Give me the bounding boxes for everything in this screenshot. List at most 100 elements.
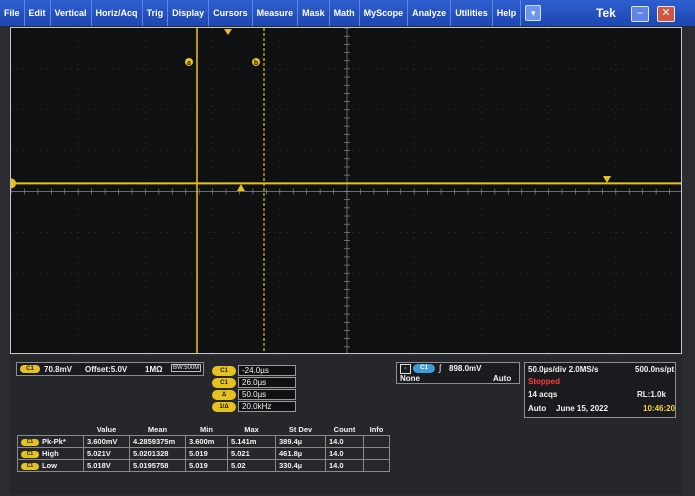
measurement-count: 14.0 (325, 447, 364, 460)
channel-badge: C1 (21, 462, 39, 470)
measurement-table[interactable]: Value Mean Min Max St Dev Count Info C1 P… (17, 424, 390, 472)
channel1-offset: Offset:5.0V (85, 365, 128, 374)
close-button[interactable]: ✕ (657, 6, 675, 22)
measurement-value: 5.018V (83, 459, 130, 472)
channel1-scale: 70.8mV (44, 365, 73, 374)
graticule: a b (11, 28, 681, 353)
cursor2-time: 26.0µs (238, 377, 296, 388)
cursor-frequency-badge: 1/Δ (212, 402, 236, 412)
measurement-stdev: 461.8µ (275, 447, 326, 460)
measurement-min: 5.019 (185, 459, 228, 472)
channel1-impedance: 1MΩ (145, 365, 163, 374)
measurement-max: 5.141m (227, 435, 276, 448)
acquisition-state: Stopped (528, 377, 560, 386)
brand-logo: Tek (596, 6, 616, 20)
channel1-readout[interactable]: C1 70.8mV Offset:5.0V 1MΩ BW:500M (16, 362, 204, 376)
measurement-count: 14.0 (325, 459, 364, 472)
cursor-frequency: 20.0kHz (238, 401, 296, 412)
horizontal-resolution: 500.0ns/pt (635, 365, 675, 374)
menu-help[interactable]: Help (493, 0, 522, 26)
measurement-name-text: Pk-Pk* (42, 437, 66, 446)
table-row[interactable]: C1 Pk-Pk* 3.600mV 4.2859375m 3.600m 5.141… (17, 435, 390, 448)
menu-display[interactable]: Display (168, 0, 210, 26)
trigger-level-marker (603, 176, 611, 183)
cursor1-badge: C1 (212, 366, 236, 376)
date-display: June 15, 2022 (556, 404, 609, 413)
menu-measure[interactable]: Measure (253, 0, 299, 26)
measurement-max: 5.021 (227, 447, 276, 460)
menu-utilities[interactable]: Utilities (451, 0, 493, 26)
measurement-name: C1 High (17, 447, 84, 460)
measurement-header-stdev: St Dev (288, 425, 313, 434)
cursor1-time: -24.0µs (238, 365, 296, 376)
channel1-ground-marker (11, 178, 16, 189)
measurement-min: 5.019 (185, 447, 228, 460)
channel-badge: C1 (21, 438, 39, 446)
trigger-source-badge: C1 (413, 364, 435, 373)
time-display: 10:46:20 (643, 404, 676, 413)
trigger-readout[interactable]: ▫ C1 ∫ 898.0mV None Auto (396, 362, 520, 384)
cursor2-badge: C1 (212, 378, 236, 388)
expansion-point-marker (237, 184, 245, 191)
measurement-mean: 4.2859375m (129, 435, 186, 448)
measurement-header-info: Info (369, 425, 384, 434)
measurement-name: C1 Low (17, 459, 84, 472)
measurement-header-min: Min (200, 425, 213, 434)
cursor-b-label: b (254, 60, 258, 67)
menu-vertical[interactable]: Vertical (51, 0, 92, 26)
trigger-position-marker (224, 29, 232, 35)
measurement-mean: 5.0195758 (129, 459, 186, 472)
cursor-delta-badge: Δ (212, 390, 236, 400)
trigger-mode: Auto (493, 374, 512, 383)
measurement-name-text: Low (42, 461, 57, 470)
menu-horiz-acq[interactable]: Horiz/Acq (92, 0, 143, 26)
dropdown-icon[interactable]: ▾ (525, 5, 542, 21)
measurement-mean: 5.0201328 (129, 447, 186, 460)
measurement-name: C1 Pk-Pk* (17, 435, 84, 448)
measurement-info (363, 447, 390, 460)
channel-badge: C1 (21, 450, 39, 458)
measurement-value: 3.600mV (83, 435, 130, 448)
acquisition-count: 14 acqs (528, 390, 558, 399)
menu-bar: File Edit Vertical Horiz/Acq Trig Displa… (0, 0, 695, 26)
menu-edit[interactable]: Edit (25, 0, 51, 26)
measurement-header-max: Max (244, 425, 259, 434)
cursor-delta-time: 50.0µs (238, 389, 296, 400)
trigger-level: 898.0mV (449, 364, 482, 373)
measurement-info (363, 459, 390, 472)
table-row[interactable]: C1 Low 5.018V 5.0195758 5.019 5.02 330.4µ… (17, 459, 390, 472)
minimize-button[interactable]: – (631, 6, 649, 22)
measurement-info (363, 435, 390, 448)
horizontal-scale: 50.0µs/div 2.0MS/s (528, 365, 599, 374)
measurement-name-text: High (42, 449, 59, 458)
menu-file[interactable]: File (0, 0, 25, 26)
menu-mask[interactable]: Mask (298, 0, 330, 26)
record-length: RL:1.0k (637, 390, 666, 399)
measurement-header-value: Value (96, 425, 117, 434)
cursor-a-label: a (187, 60, 191, 67)
menu-cursors[interactable]: Cursors (209, 0, 253, 26)
channel1-bandwidth: BW:500M (171, 364, 202, 372)
menu-analyze[interactable]: Analyze (408, 0, 452, 26)
measurement-count: 14.0 (325, 435, 364, 448)
table-row[interactable]: C1 High 5.021V 5.0201328 5.019 5.021 461.… (17, 447, 390, 460)
measurement-header-count: Count (333, 425, 356, 434)
horizontal-readout[interactable]: 50.0µs/div 2.0MS/s 500.0ns/pt Stopped 14… (524, 362, 676, 418)
measurement-stdev: 389.4µ (275, 435, 326, 448)
trigger-type-icon: ▫ (400, 364, 411, 374)
acquisition-mode: Auto (528, 404, 547, 413)
measurement-header-mean: Mean (147, 425, 168, 434)
menu-myscope[interactable]: MyScope (360, 0, 409, 26)
measurement-max: 5.02 (227, 459, 276, 472)
channel1-badge: C1 (20, 365, 40, 373)
waveform-display[interactable]: a b (10, 27, 682, 354)
measurement-header-row: Value Mean Min Max St Dev Count Info (18, 424, 390, 436)
status-area: C1 70.8mV Offset:5.0V 1MΩ BW:500M C1 -24… (10, 356, 682, 494)
measurement-header-name (18, 424, 84, 436)
menu-trig[interactable]: Trig (143, 0, 169, 26)
measurement-value: 5.021V (83, 447, 130, 460)
trigger-coupling: None (400, 374, 420, 383)
measurement-stdev: 330.4µ (275, 459, 326, 472)
rising-edge-icon: ∫ (439, 363, 442, 373)
menu-math[interactable]: Math (330, 0, 360, 26)
